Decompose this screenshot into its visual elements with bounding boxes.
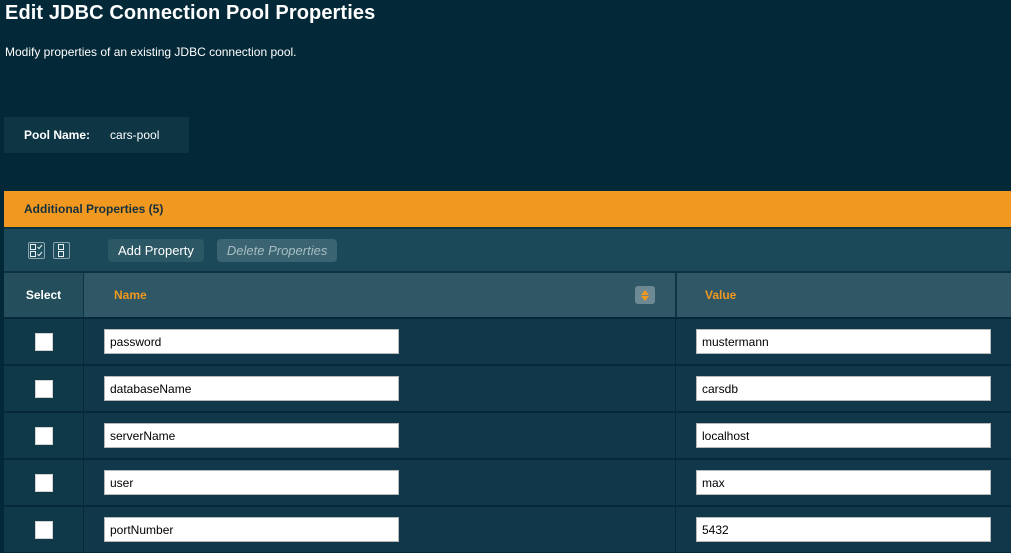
pool-name-label: Pool Name: [24,128,91,142]
page-title: Edit JDBC Connection Pool Properties [5,2,376,24]
table-caption: Additional Properties (5) [4,191,1011,227]
select-column-header: Select [4,273,83,317]
row-select-checkbox[interactable] [34,473,53,492]
row-select-checkbox[interactable] [34,332,53,351]
table-row [4,364,1011,411]
select-all-icon[interactable] [28,241,45,259]
value-column-header: Value [676,273,1011,317]
property-name-input[interactable] [104,376,399,401]
table-row [4,411,1011,458]
property-value-input[interactable] [696,517,991,542]
property-value-input[interactable] [696,376,991,401]
table-row [4,458,1011,505]
table-row [4,317,1011,364]
table-header-row: Select Name Value [4,273,1011,317]
sort-icon[interactable] [635,286,655,304]
property-name-input[interactable] [104,329,399,354]
pool-name-panel: Pool Name: cars-pool [4,117,189,153]
property-name-input[interactable] [104,517,399,542]
row-select-checkbox[interactable] [34,520,53,539]
row-select-checkbox[interactable] [34,426,53,445]
delete-properties-button[interactable]: Delete Properties [216,238,338,262]
table-toolbar: Add Property Delete Properties [4,227,1011,273]
property-value-input[interactable] [696,423,991,448]
property-value-input[interactable] [696,329,991,354]
add-property-button[interactable]: Add Property [108,238,204,262]
pool-name-value: cars-pool [110,128,160,142]
name-column-header[interactable]: Name [83,273,676,317]
name-column-label: Name [114,288,147,302]
deselect-all-icon[interactable] [53,241,70,259]
table-row [4,505,1011,552]
row-select-checkbox[interactable] [34,379,53,398]
property-name-input[interactable] [104,423,399,448]
page-description: Modify properties of an existing JDBC co… [5,45,297,59]
property-name-input[interactable] [104,470,399,495]
property-value-input[interactable] [696,470,991,495]
properties-table: Additional Properties (5) Add Property D… [4,191,1011,553]
